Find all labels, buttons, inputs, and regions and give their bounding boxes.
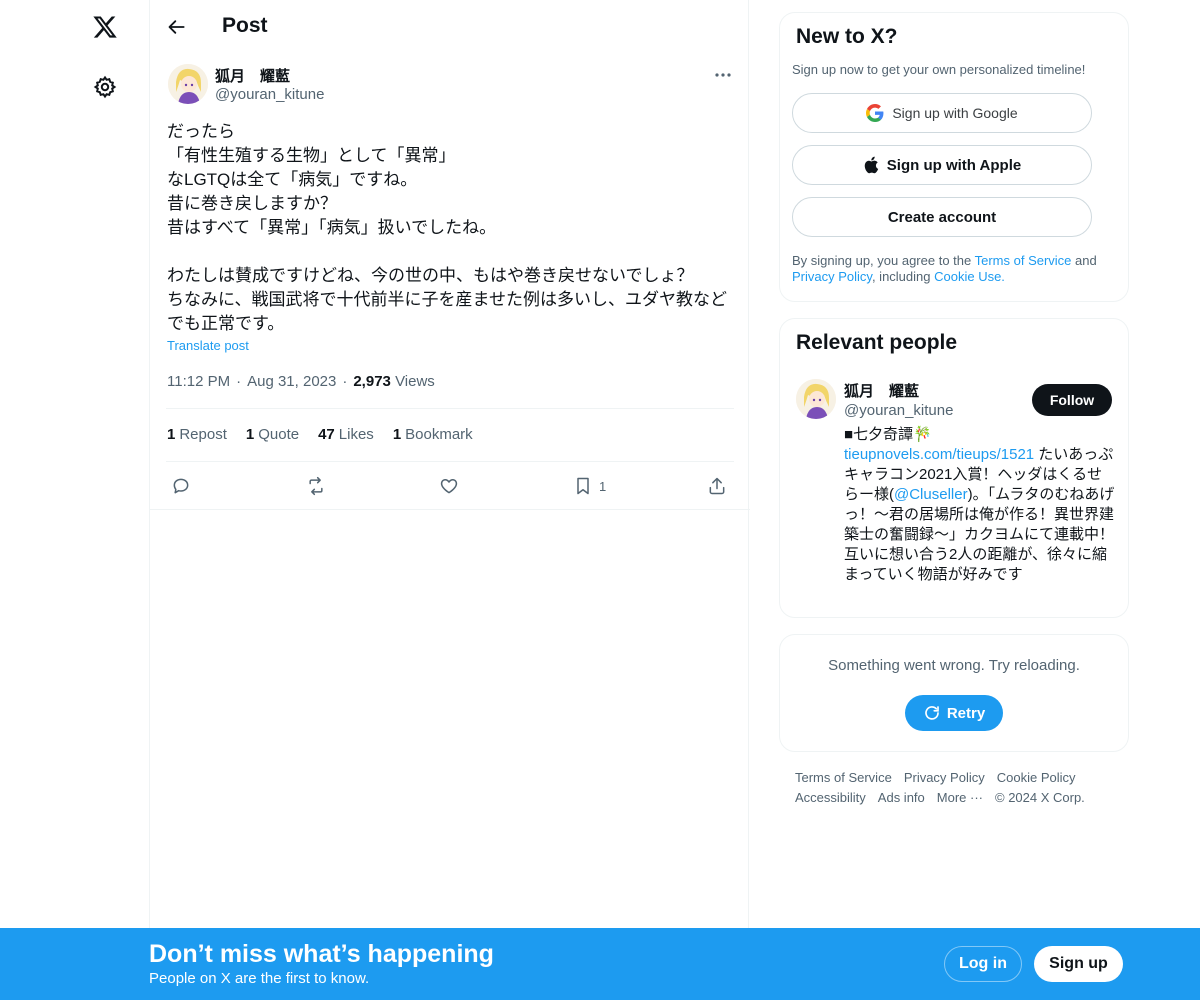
- signup-google-label: Sign up with Google: [892, 105, 1018, 121]
- quotes-stat[interactable]: 1 Quote: [246, 426, 299, 443]
- person-avatar[interactable]: [796, 379, 836, 419]
- left-nav: [0, 0, 150, 1000]
- post-time[interactable]: 11:12 PM: [167, 373, 230, 390]
- bookmark-action[interactable]: 1: [573, 472, 606, 500]
- legal-text: and: [1071, 253, 1097, 268]
- bookmark-icon: [577, 477, 589, 495]
- banner-title: Don’t miss what’s happening: [149, 940, 494, 968]
- footer-cookie-link[interactable]: Cookie Policy: [997, 768, 1076, 788]
- footer-copyright: © 2024 X Corp.: [995, 790, 1085, 805]
- footer-links: Terms of Service Privacy Policy Cookie Pol…: [795, 768, 1125, 808]
- refresh-icon: [925, 706, 939, 720]
- bookmarks-count: 1: [392, 426, 402, 443]
- signup-google-button[interactable]: Sign up with Google: [792, 93, 1092, 133]
- bookmark-action-count: 1: [599, 478, 607, 494]
- post-header: Post: [150, 0, 750, 54]
- signup-apple-label: Sign up with Apple: [886, 156, 1022, 174]
- person-name[interactable]: 狐月 耀藍: [844, 380, 919, 401]
- legal-text: By signing up, you agree to the: [792, 253, 975, 268]
- author-handle[interactable]: @youran_kitune: [215, 86, 324, 103]
- create-account-label: Create account: [887, 208, 997, 226]
- views-stat: 2,973 Views: [353, 373, 434, 390]
- retry-button[interactable]: Retry: [905, 695, 1003, 731]
- legal-text: , including: [871, 269, 935, 284]
- main-column: Post 狐月 耀藍 @youran_kitune だったら 「有性生殖する生物…: [149, 0, 750, 1000]
- relevant-people-card: Relevant people 狐月 耀藍 @youran_kitune Fol…: [779, 318, 1129, 618]
- reposts-label: Repost: [179, 426, 227, 443]
- settings-gear-icon[interactable]: [88, 70, 122, 104]
- post-text: だったら 「有性生殖する生物」として「異常」 なLGTQは全て「病気」ですね。 …: [167, 122, 727, 333]
- bottom-signup-banner: Don’t miss what’s happening People on X …: [0, 928, 1200, 1000]
- post-stats: 1 Repost 1 Quote 47 Likes 1 Bookmark: [167, 426, 473, 443]
- likes-stat[interactable]: 47 Likes: [318, 426, 374, 443]
- x-logo-icon[interactable]: [88, 10, 122, 44]
- meta-separator: ·: [236, 373, 242, 390]
- reposts-stat[interactable]: 1 Repost: [167, 426, 227, 443]
- bio-link[interactable]: tieupnovels.com/tieups/1521: [844, 446, 1034, 463]
- banner-subtitle: People on X are the first to know.: [149, 970, 370, 987]
- relevant-people-title: Relevant people: [796, 331, 958, 354]
- signup-button[interactable]: Sign up: [1034, 946, 1123, 982]
- footer-more-link[interactable]: More ···: [937, 788, 983, 808]
- trends-error-card: Something went wrong. Try reloading. Ret…: [779, 634, 1129, 752]
- create-account-button[interactable]: Create account: [792, 197, 1092, 237]
- likes-count: 47: [318, 426, 335, 443]
- bio-mention-link[interactable]: @Cluseller: [894, 486, 968, 503]
- apple-icon: [864, 156, 878, 174]
- more-options-icon[interactable]: [710, 64, 736, 86]
- signup-apple-button[interactable]: Sign up with Apple: [792, 145, 1092, 185]
- likes-label: Likes: [338, 426, 374, 443]
- person-handle[interactable]: @youran_kitune: [844, 402, 953, 419]
- translate-post-link[interactable]: Translate post: [167, 338, 249, 353]
- views-label: Views: [395, 373, 435, 390]
- footer-terms-link[interactable]: Terms of Service: [795, 768, 892, 788]
- divider: [166, 461, 734, 462]
- reposts-count: 1: [167, 426, 176, 443]
- terms-link[interactable]: Terms of Service: [975, 253, 1072, 268]
- privacy-link[interactable]: Privacy Policy: [792, 269, 872, 284]
- back-arrow-icon[interactable]: [162, 12, 192, 42]
- footer-ads-info-link[interactable]: Ads info: [878, 788, 925, 808]
- follow-button[interactable]: Follow: [1032, 384, 1112, 416]
- login-button[interactable]: Log in: [944, 946, 1022, 982]
- quotes-label: Quote: [258, 426, 300, 443]
- error-message: Something went wrong. Try reloading.: [828, 657, 1080, 674]
- views-count: 2,973: [353, 373, 391, 390]
- signup-legal-text: By signing up, you agree to the Terms of…: [792, 253, 1122, 285]
- person-bio: ■七夕奇譚🎋 tieupnovels.com/tieups/1521 たいあっぷ…: [844, 425, 1116, 585]
- repost-icon[interactable]: [305, 472, 327, 500]
- quotes-count: 1: [245, 426, 255, 443]
- cookie-use-link[interactable]: Cookie Use.: [934, 269, 1005, 284]
- author-avatar[interactable]: [168, 64, 208, 104]
- post-meta: 11:12 PM · Aug 31, 2023 · 2,973 Views: [167, 373, 435, 390]
- post-date[interactable]: Aug 31, 2023: [247, 373, 336, 390]
- divider: [150, 509, 750, 510]
- reply-icon[interactable]: [171, 472, 191, 500]
- signup-card: New to X? Sign up now to get your own pe…: [779, 12, 1129, 302]
- signup-card-subtitle: Sign up now to get your own personalized…: [792, 62, 1086, 77]
- signup-card-title: New to X?: [796, 25, 898, 48]
- footer-privacy-link[interactable]: Privacy Policy: [904, 768, 985, 788]
- google-icon: [866, 104, 884, 122]
- bio-text: ■七夕奇譚🎋: [844, 426, 932, 443]
- footer-accessibility-link[interactable]: Accessibility: [795, 788, 866, 808]
- post-actions: 1: [167, 472, 733, 500]
- bookmarks-label: Bookmark: [405, 426, 473, 443]
- retry-label: Retry: [946, 704, 986, 722]
- like-heart-icon[interactable]: [439, 472, 459, 500]
- bookmarks-stat[interactable]: 1 Bookmark: [393, 426, 473, 443]
- author-name[interactable]: 狐月 耀藍: [215, 65, 290, 86]
- page-title: Post: [222, 14, 268, 37]
- share-icon[interactable]: [707, 472, 727, 500]
- divider: [166, 408, 734, 409]
- meta-separator: ·: [342, 373, 348, 390]
